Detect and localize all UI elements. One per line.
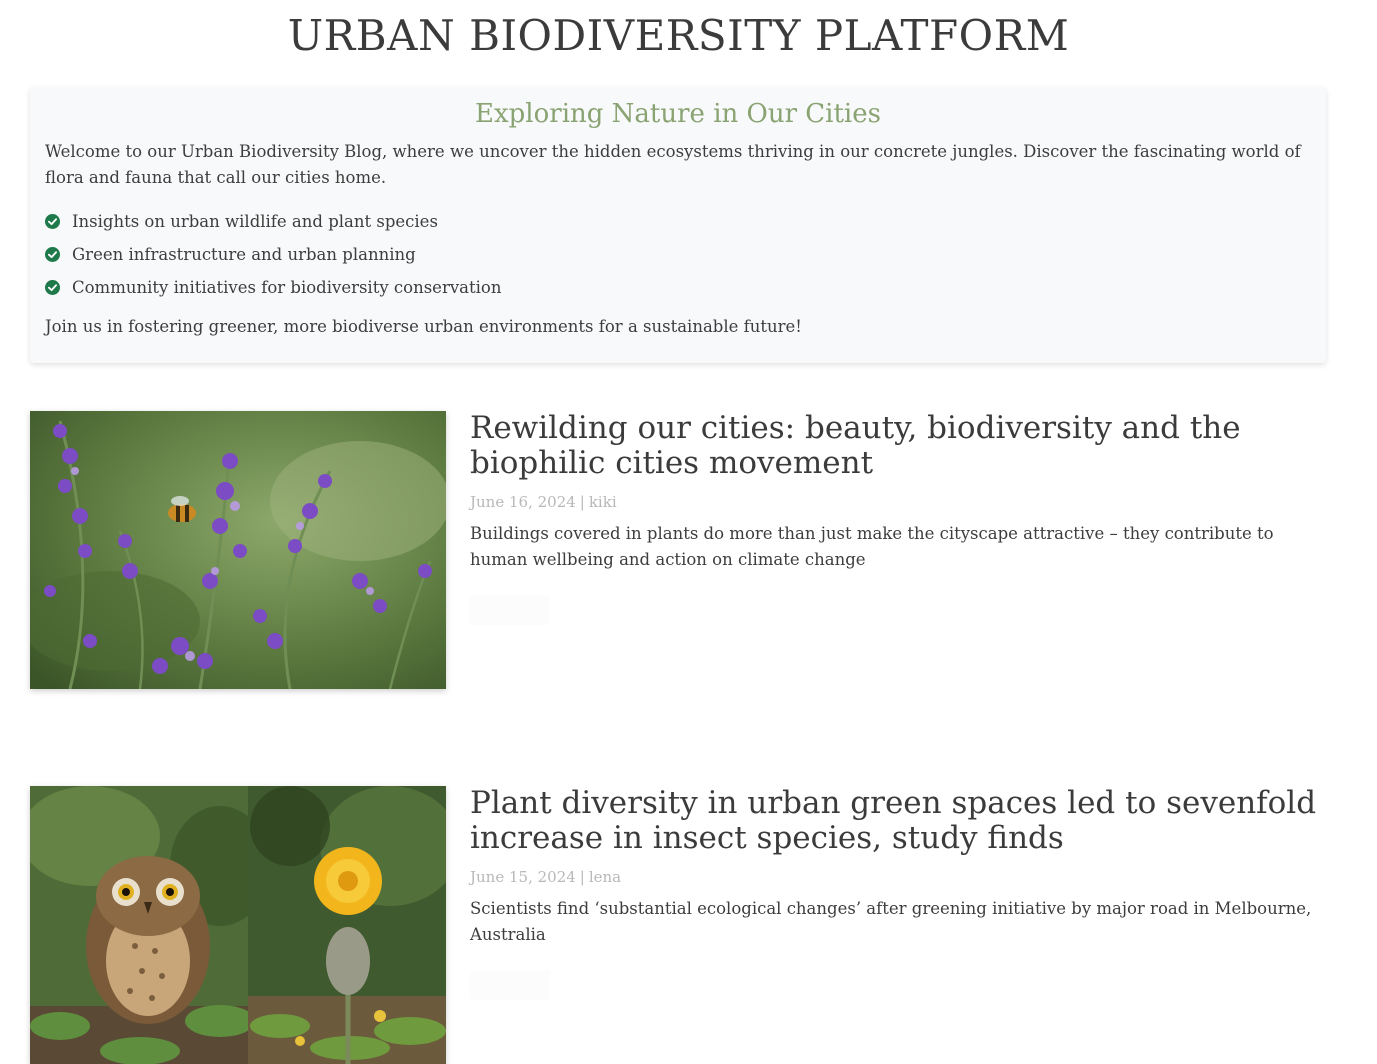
check-circle-icon [45,247,60,262]
intro-text: Welcome to our Urban Biodiversity Blog, … [45,142,1301,187]
post-title-link[interactable]: Plant diversity in urban green spaces le… [470,786,1320,856]
intro-feature-item: Community initiatives for biodiversity c… [45,271,1311,304]
post-thumbnail-owl-dandelion[interactable] [30,786,446,1064]
intro-feature-list: Insights on urban wildlife and plant spe… [45,205,1311,304]
check-circle-icon [45,280,60,295]
post-meta: June 16, 2024 | kiki [470,491,1320,513]
intro-card: Exploring Nature in Our Cities Welcome t… [30,87,1326,363]
intro-footer-text: Join us in fostering greener, more biodi… [45,317,802,336]
post-excerpt: Buildings covered in plants do more than… [470,524,1274,569]
site-title: URBAN BIODIVERSITY PLATFORM [287,11,1070,60]
post-author-link[interactable]: kiki [589,493,617,511]
read-more-button[interactable] [470,970,550,1000]
post-date: June 15, 2024 [470,868,576,886]
intro-heading: Exploring Nature in Our Cities [475,99,881,129]
intro-feature-item: Insights on urban wildlife and plant spe… [45,205,1311,238]
post-author-link[interactable]: lena [589,868,621,886]
post-date: June 16, 2024 [470,493,576,511]
read-more-button[interactable] [470,595,550,625]
check-circle-icon [45,214,60,229]
post-thumbnail-lavender-bee[interactable] [30,411,446,689]
intro-feature-item: Green infrastructure and urban planning [45,238,1311,271]
meta-separator: | [579,493,585,511]
meta-separator: | [579,868,585,886]
post-meta: June 15, 2024 | lena [470,866,1320,888]
post-body: Rewilding our cities: beauty, biodiversi… [470,411,1320,629]
intro-feature-label: Green infrastructure and urban planning [72,245,416,264]
post-excerpt: Scientists find ‘substantial ecological … [470,899,1312,944]
intro-feature-label: Insights on urban wildlife and plant spe… [72,212,438,231]
post-title-link[interactable]: Rewilding our cities: beauty, biodiversi… [470,411,1320,481]
intro-feature-label: Community initiatives for biodiversity c… [72,278,502,297]
post-body: Plant diversity in urban green spaces le… [470,786,1320,1004]
